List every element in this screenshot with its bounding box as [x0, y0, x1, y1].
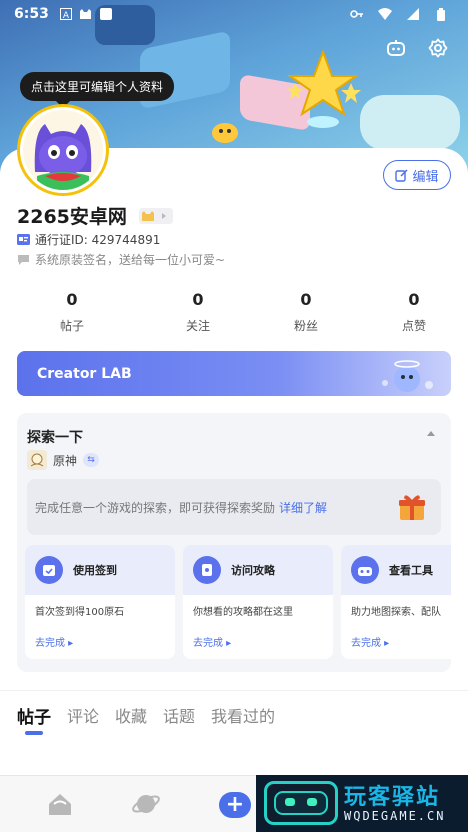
task-desc: 你想看的攻略都在这里 [193, 607, 293, 618]
notification-a-icon: A [59, 7, 73, 21]
task-action[interactable]: 去完成 ▸ [351, 634, 389, 649]
planet-discover-icon[interactable] [130, 788, 162, 820]
chevron-right-icon [161, 212, 166, 219]
stat-value: 0 [408, 290, 420, 309]
task-title: 查看工具 [389, 564, 433, 577]
small-star-icon [341, 83, 361, 103]
stat-label: 帖子 [59, 319, 84, 333]
avatar-creature-icon [23, 110, 103, 190]
robot-assistant-icon[interactable] [384, 36, 408, 60]
pass-id: 通行证ID: 429744891 [35, 233, 161, 247]
watermark-robot-icon [264, 781, 338, 825]
stat-posts[interactable]: 0 帖子 [18, 290, 126, 334]
status-time: 6:53 [14, 6, 49, 22]
wifi-icon [378, 7, 392, 21]
profile-tabs: 帖子 评论 收藏 话题 我看过的 [0, 690, 468, 736]
svg-text:A: A [63, 11, 70, 20]
guide-icon [193, 556, 221, 584]
stat-following[interactable]: 0 关注 [144, 290, 252, 334]
header-actions [384, 36, 450, 60]
watermark-subtitle: WQDEGAME.CN [344, 809, 446, 823]
edit-pencil-icon [395, 168, 409, 182]
task-action[interactable]: 去完成 ▸ [35, 634, 73, 649]
task-card-guide[interactable]: 访问攻略 你想看的攻略都在这里 去完成 ▸ [183, 545, 333, 659]
username: 2265安卓网 [17, 206, 127, 228]
stat-likes[interactable]: 0 点赞 [360, 290, 468, 334]
site-watermark: 玩客驿站 WQDEGAME.CN [256, 775, 468, 832]
stat-label: 粉丝 [293, 319, 318, 333]
task-desc: 助力地图探索、配队 [351, 607, 441, 618]
task-title: 访问攻略 [231, 564, 275, 577]
username-row: 2265安卓网 [17, 202, 173, 229]
genshin-game-icon [27, 450, 47, 470]
small-star-icon [286, 82, 304, 100]
task-action[interactable]: 去完成 ▸ [193, 634, 231, 649]
creator-lab-label: Creator LAB [37, 365, 132, 382]
gift-box-icon [399, 495, 425, 520]
task-cards: 使用签到 首次签到得100原石 去完成 ▸ 访问攻略 你想看的攻略都在这里 去完… [25, 545, 451, 659]
mascot-icon [212, 123, 238, 143]
signal-icon [406, 7, 420, 21]
explore-hint: 完成任意一个游戏的探索，即可获得探索奖励 详细了解 [27, 479, 441, 535]
explore-title: 探索一下 [27, 430, 83, 446]
create-post-button[interactable]: + [219, 792, 251, 818]
level-cat-icon [141, 210, 154, 221]
signature: 系统原装签名，送给每一位小可爱~ [35, 253, 226, 267]
watermark-title: 玩客驿站 [344, 785, 441, 810]
signature-row[interactable]: 系统原装签名，送给每一位小可爱~ [17, 251, 225, 268]
creator-mascot-icon [382, 360, 433, 392]
task-card-checkin[interactable]: 使用签到 首次签到得100原石 去完成 ▸ [25, 545, 175, 659]
vpn-key-icon [350, 7, 364, 21]
settings-gear-icon[interactable] [426, 36, 450, 60]
banner-decoration [360, 95, 460, 150]
task-desc: 首次签到得100原石 [35, 607, 125, 618]
swap-icon[interactable]: ⇆ [83, 453, 100, 467]
edit-profile-tooltip[interactable]: 点击这里可编辑个人资料 [20, 72, 175, 108]
square-notification-icon [99, 7, 113, 21]
level-badge[interactable] [138, 207, 173, 224]
stat-label: 点赞 [401, 319, 426, 333]
creator-lab-banner[interactable]: Creator LAB [17, 351, 451, 396]
stats-row: 0 帖子 0 关注 0 粉丝 0 点赞 [0, 290, 468, 334]
task-card-tools[interactable]: 查看工具 助力地图探索、配队 去完成 ▸ [341, 545, 451, 659]
pass-id-row: 通行证ID: 429744891 [17, 231, 160, 248]
comment-icon [18, 254, 29, 265]
avatar[interactable] [20, 107, 106, 193]
collapse-arrow-icon[interactable] [427, 431, 435, 436]
stat-followers[interactable]: 0 粉丝 [252, 290, 360, 334]
tab-comments[interactable]: 评论 [67, 691, 99, 736]
stat-value: 0 [192, 290, 204, 309]
tab-favorites[interactable]: 收藏 [115, 691, 147, 736]
toolbox-icon [351, 556, 379, 584]
tab-topics[interactable]: 话题 [163, 691, 195, 736]
home-icon[interactable] [44, 788, 76, 820]
status-bar: 6:53 A [0, 0, 468, 28]
explore-section: 探索一下 原神 ⇆ 完成任意一个游戏的探索，即可获得探索奖励 详细了解 使用签到… [17, 413, 451, 672]
calendar-check-icon [35, 556, 63, 584]
cat-notification-icon [79, 7, 93, 21]
edit-profile-button[interactable]: 编辑 [383, 160, 451, 190]
task-title: 使用签到 [73, 564, 117, 577]
edit-profile-label: 编辑 [412, 169, 439, 185]
game-selector[interactable]: 原神 ⇆ [27, 450, 100, 470]
tab-posts[interactable]: 帖子 [17, 691, 51, 736]
stat-value: 0 [66, 290, 78, 309]
game-name: 原神 [53, 453, 78, 468]
stat-label: 关注 [185, 319, 210, 333]
battery-icon [434, 7, 448, 21]
id-card-icon [17, 234, 30, 245]
explore-hint-text: 完成任意一个游戏的探索，即可获得探索奖励 [35, 500, 276, 515]
learn-more-link[interactable]: 详细了解 [279, 499, 327, 516]
stat-value: 0 [300, 290, 312, 309]
tab-history[interactable]: 我看过的 [211, 691, 275, 736]
